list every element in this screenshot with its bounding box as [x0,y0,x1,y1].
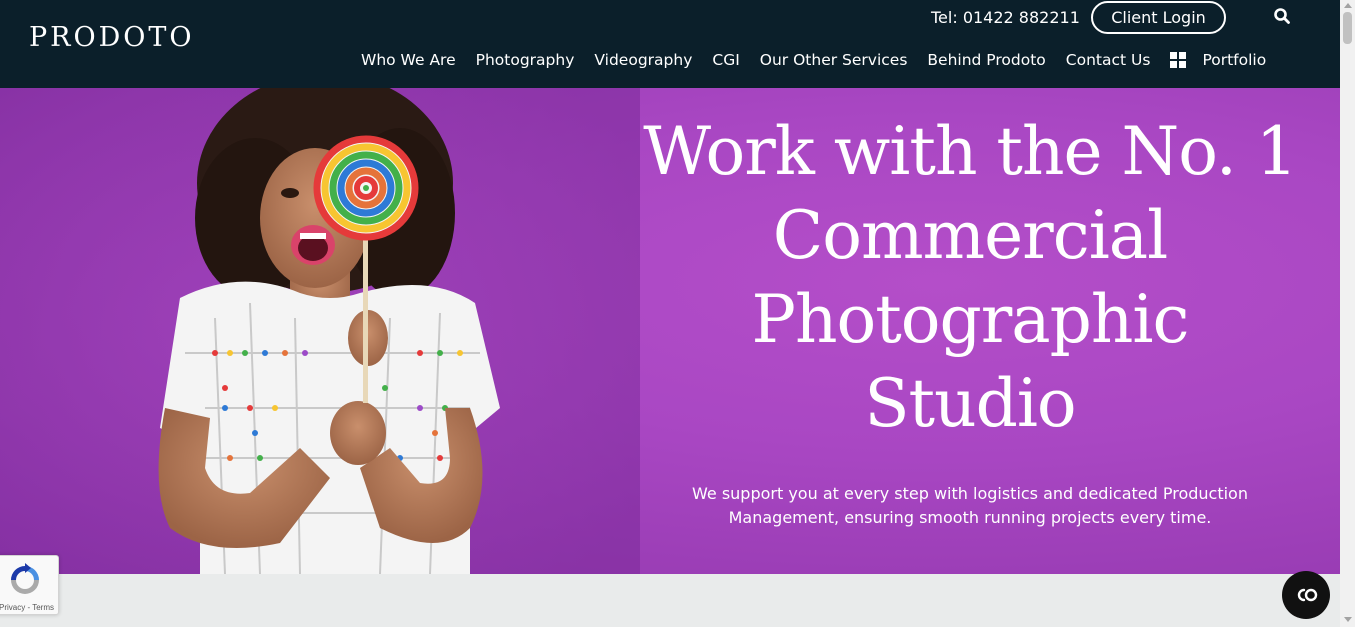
chat-bubble-icon [1297,588,1318,602]
nav-item-portfolio[interactable]: Portfolio [1170,51,1266,69]
hero-banner: Work with the No. 1 Commercial Photograp… [0,88,1340,574]
telephone-link[interactable]: Tel: 01422 882211 [931,8,1080,27]
headline-line-2: Commercial [772,197,1169,274]
recaptcha-privacy-terms[interactable]: Privacy - Terms [0,603,60,612]
woman-with-lollipop-photo [0,88,640,574]
headline-line-4: Studio [864,365,1076,442]
nav-item-cgi[interactable]: CGI [712,51,739,69]
site-logo[interactable]: PRODOTO [29,22,195,53]
search-icon[interactable] [1273,7,1291,25]
nav-item-contact-us[interactable]: Contact Us [1066,51,1151,69]
recaptcha-badge[interactable]: Privacy - Terms [0,555,59,615]
scroll-up-arrow-icon[interactable] [1344,3,1352,8]
subtext-line-2: Management, ensuring smooth running proj… [728,508,1212,527]
subtext-line-1: We support you at every step with logist… [692,484,1248,503]
scroll-down-arrow-icon[interactable] [1344,617,1352,622]
recaptcha-icon [11,563,39,594]
client-login-button[interactable]: Client Login [1091,1,1226,34]
headline-line-3: Photographic [751,281,1190,358]
next-section [0,574,1340,627]
nav-item-photography[interactable]: Photography [476,51,575,69]
nav-item-other-services[interactable]: Our Other Services [760,51,908,69]
site-header: PRODOTO Tel: 01422 882211 Client Login W… [0,0,1340,88]
hero-subtext: We support you at every step with logist… [690,482,1250,530]
chat-button[interactable] [1282,571,1330,619]
nav-item-portfolio-label: Portfolio [1202,51,1267,69]
headline-line-1: Work with the No. 1 [643,113,1298,190]
grid-icon [1170,52,1187,68]
hero-headline: Work with the No. 1 Commercial Photograp… [640,110,1300,446]
page-scrollbar[interactable] [1340,0,1355,627]
scroll-thumb[interactable] [1343,12,1352,44]
main-nav: Who We Are Photography Videography CGI O… [361,51,1266,69]
nav-item-who-we-are[interactable]: Who We Are [361,51,456,69]
nav-item-videography[interactable]: Videography [594,51,692,69]
nav-item-behind-prodoto[interactable]: Behind Prodoto [927,51,1045,69]
